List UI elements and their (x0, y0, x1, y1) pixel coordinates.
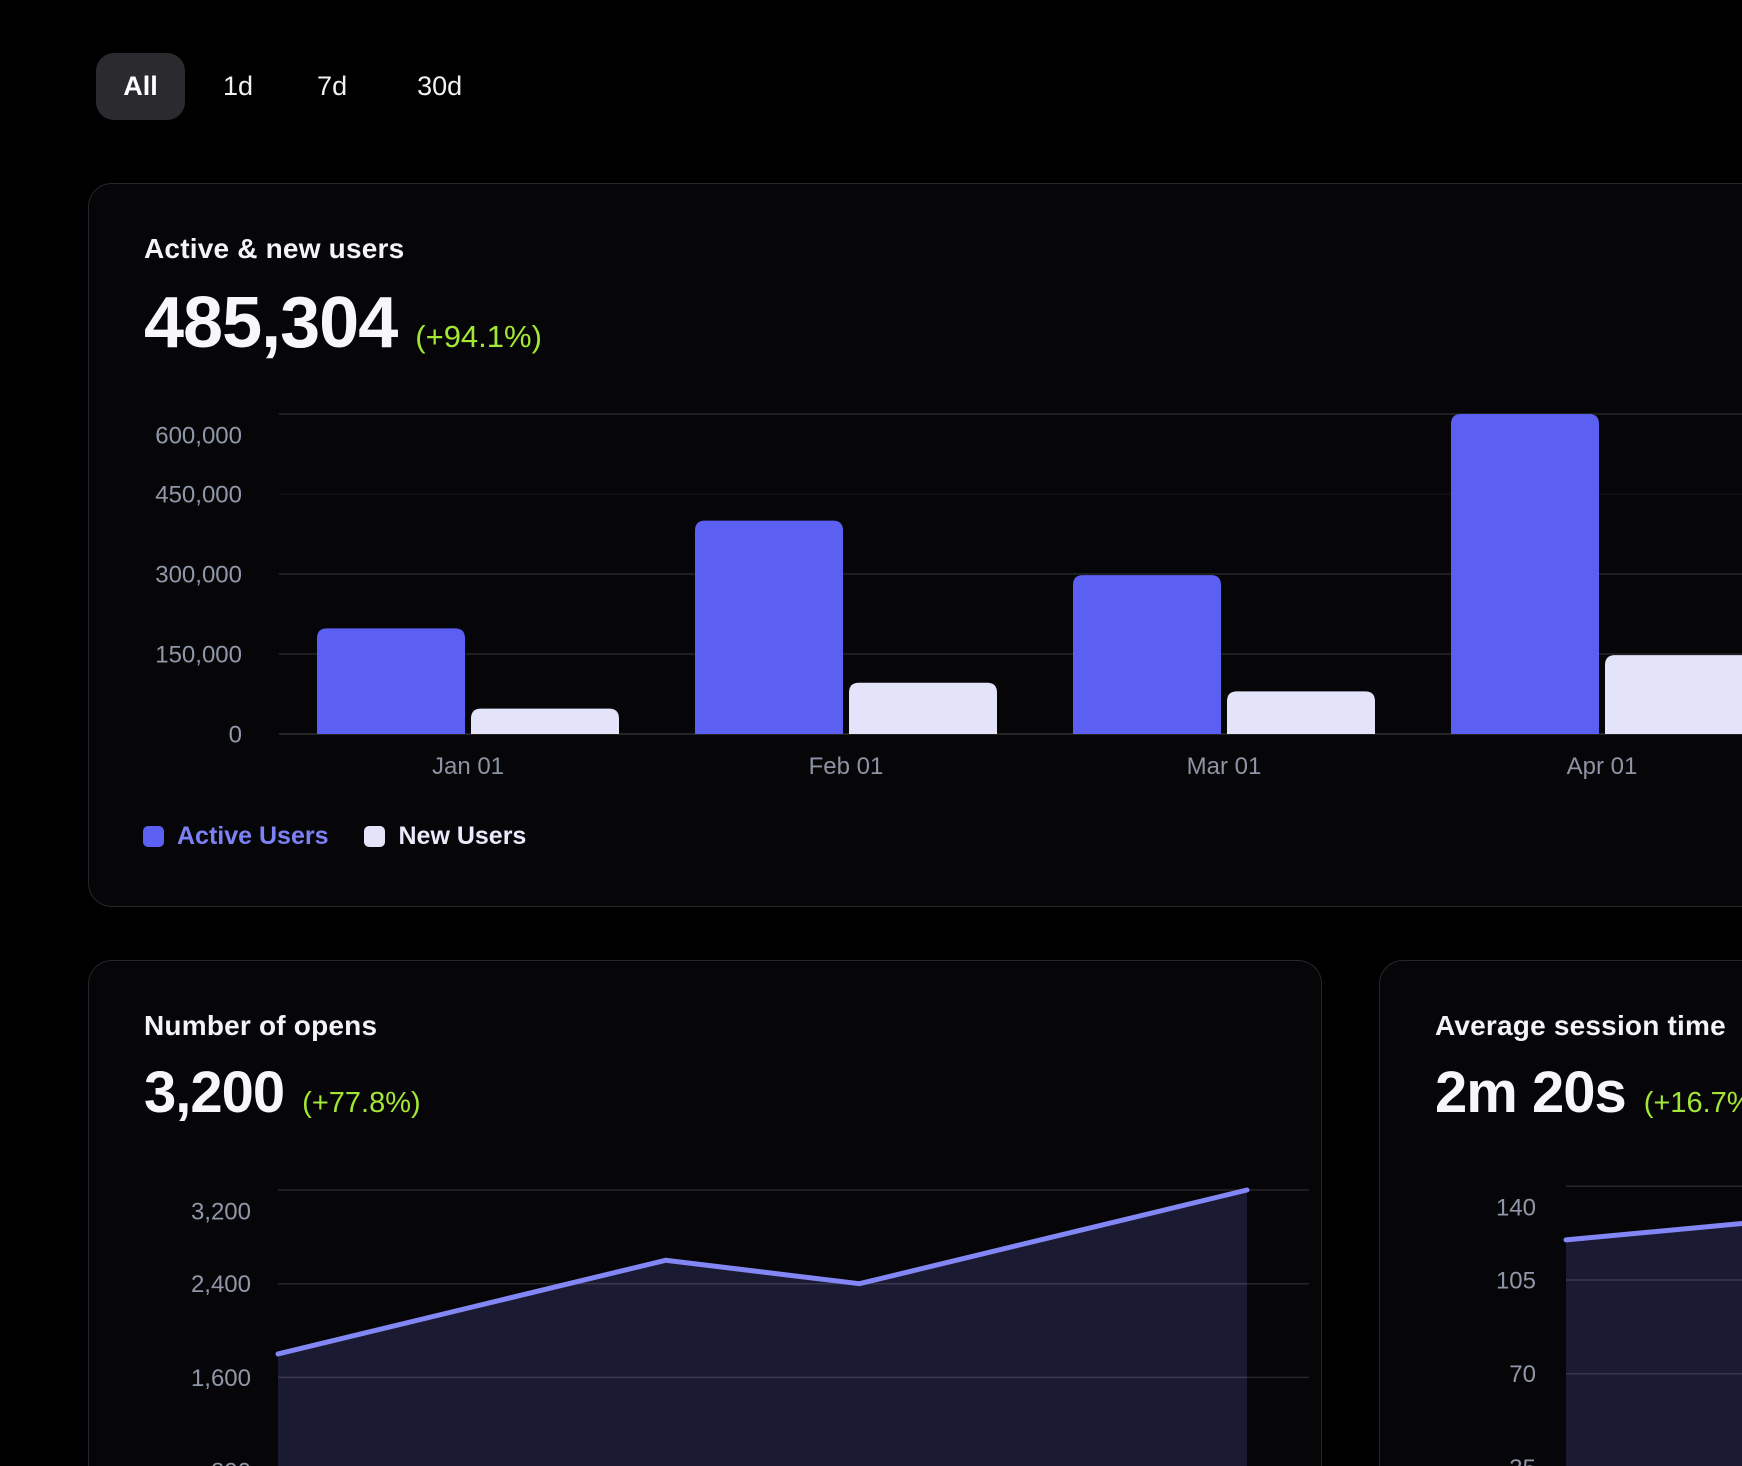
legend-swatch-icon (364, 826, 385, 847)
card-header: Active & new users 485,304 (+94.1%) (89, 184, 1742, 360)
x-axis-category-label: Apr 01 (1567, 753, 1638, 780)
card-average-session-time: Average session time 2m 20s (+16.7%) 35 7… (1379, 960, 1742, 1466)
metric-value: 3,200 (144, 1063, 284, 1123)
metric-change-badge: (+94.1%) (415, 319, 542, 355)
y-axis-tick-label: 35 (1509, 1455, 1536, 1466)
metric-change-badge: (+16.7%) (1644, 1087, 1742, 1120)
card-title: Active & new users (144, 232, 1742, 266)
y-axis-tick-label: 600,000 (155, 422, 242, 449)
bar-active-users-jan-01[interactable] (317, 628, 465, 734)
x-axis-category-label: Mar 01 (1187, 753, 1262, 780)
analytics-dashboard: All 1d 7d 30d Active & new users 485,304… (0, 0, 1742, 1466)
metric-change-badge: (+77.8%) (302, 1087, 420, 1120)
chart-legend: Active Users New Users (143, 824, 526, 849)
metric-value: 485,304 (144, 286, 397, 360)
bar-new-users-feb-01[interactable] (849, 683, 997, 734)
card-header: Number of opens 3,200 (+77.8%) (89, 961, 1321, 1123)
y-axis-tick-label: 70 (1509, 1361, 1536, 1388)
area-fill (278, 1190, 1247, 1466)
y-axis-tick-label: 3,200 (191, 1198, 251, 1225)
legend-label: New Users (398, 824, 526, 849)
card-number-of-opens: Number of opens 3,200 (+77.8%) 800 1,600 2… (88, 960, 1322, 1466)
bar-new-users-apr-01[interactable] (1605, 655, 1742, 734)
legend-item-active-users[interactable]: Active Users (143, 824, 328, 849)
y-axis-tick-label: 1,600 (191, 1365, 251, 1392)
bar-active-users-apr-01[interactable] (1451, 414, 1599, 734)
legend-swatch-icon (143, 826, 164, 847)
y-axis-tick-label: 300,000 (155, 561, 242, 588)
y-axis-tick-label: 2,400 (191, 1271, 251, 1298)
tab-30d[interactable]: 30d (413, 53, 466, 120)
y-axis-tick-label: 0 (229, 721, 242, 748)
y-axis-tick-label: 150,000 (155, 641, 242, 668)
metric-row: 485,304 (+94.1%) (144, 286, 1742, 360)
y-axis-tick-label: 450,000 (155, 481, 242, 508)
bar-new-users-jan-01[interactable] (471, 709, 619, 734)
legend-item-new-users[interactable]: New Users (364, 824, 526, 849)
time-range-tabs: All 1d 7d 30d (96, 53, 466, 120)
x-axis-category-label: Jan 01 (432, 753, 504, 780)
bar-active-users-mar-01[interactable] (1073, 575, 1221, 734)
y-axis-tick-label: 140 (1496, 1195, 1536, 1222)
tab-1d[interactable]: 1d (219, 53, 257, 120)
y-axis-tick-label: 105 (1496, 1267, 1536, 1294)
bar-new-users-mar-01[interactable] (1227, 691, 1375, 734)
metric-value: 2m 20s (1435, 1063, 1626, 1123)
tab-all[interactable]: All (96, 53, 185, 120)
metric-row: 3,200 (+77.8%) (144, 1063, 1321, 1123)
card-header: Average session time 2m 20s (+16.7%) (1380, 961, 1742, 1123)
tab-7d[interactable]: 7d (313, 53, 351, 120)
x-axis-category-label: Feb 01 (809, 753, 884, 780)
legend-label: Active Users (177, 824, 328, 849)
card-title: Average session time (1435, 1009, 1742, 1043)
y-axis-tick-label: 800 (211, 1459, 251, 1466)
card-active-new-users: Active & new users 485,304 (+94.1%) 0 150… (88, 183, 1742, 907)
card-title: Number of opens (144, 1009, 1321, 1043)
bar-active-users-feb-01[interactable] (695, 521, 843, 734)
metric-row: 2m 20s (+16.7%) (1435, 1063, 1742, 1123)
